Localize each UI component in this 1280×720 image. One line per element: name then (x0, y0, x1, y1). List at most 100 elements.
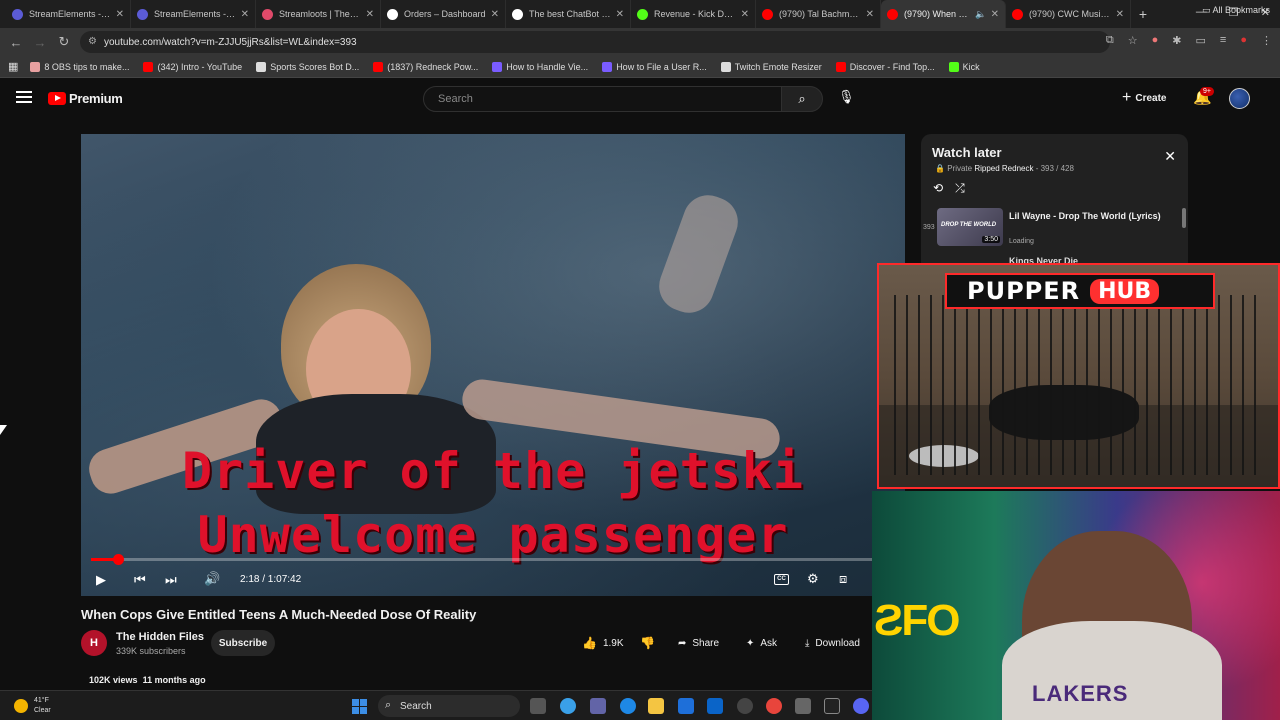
miniplayer-icon[interactable]: ⧈ (839, 571, 847, 587)
url-field[interactable]: ⚙ youtube.com/watch?v=m-ZJJU5jjRs&list=W… (80, 31, 1110, 53)
browser-tab[interactable]: (9790) Tal Bachman - ✕ (756, 0, 881, 28)
settings-gear-icon[interactable]: ⚙ (807, 571, 819, 587)
outlook-icon[interactable] (707, 698, 723, 714)
playlist-item-thumbnail[interactable]: DROP THE WORLD 3:50 (937, 208, 1003, 246)
loop-icon[interactable]: ⟲ (933, 181, 943, 196)
close-icon[interactable]: ✕ (1164, 148, 1176, 165)
tab-audio-icon[interactable]: 🔈 (975, 9, 986, 20)
bookmark-item[interactable]: How to File a User R... (602, 61, 707, 72)
all-bookmarks[interactable]: ▭ All Bookmarks (1202, 5, 1270, 16)
edge-icon[interactable] (620, 698, 636, 714)
channel-name[interactable]: The Hidden Files (116, 631, 204, 643)
discord-icon[interactable] (853, 698, 869, 714)
terminal-icon[interactable] (824, 698, 840, 714)
share-button[interactable]: ➦ Share (678, 630, 720, 656)
browser-tab[interactable]: Streamloots | Therippe ✕ (256, 0, 381, 28)
extension-icon[interactable]: ● (1152, 34, 1159, 47)
account-avatar[interactable] (1229, 88, 1250, 109)
bookmark-label: Kick (962, 61, 980, 72)
bookmark-item[interactable]: Sports Scores Bot D... (256, 61, 359, 72)
back-icon[interactable]: ← (4, 35, 28, 50)
file-explorer-icon[interactable] (648, 698, 664, 714)
tab-close-icon[interactable]: ✕ (741, 9, 749, 20)
search-input[interactable]: Search (423, 86, 782, 112)
forward-icon[interactable]: → (28, 35, 52, 50)
microphone-icon[interactable]: 🎙 (838, 89, 855, 105)
like-button[interactable]: 👍 1.9K (582, 630, 624, 656)
bookmark-item[interactable]: 8 OBS tips to make... (30, 61, 129, 72)
playlist-title[interactable]: Watch later (932, 145, 1002, 160)
windows-taskbar: 41°F Clear ⌕ Search (0, 690, 872, 720)
puzzle-icon[interactable]: ✱ (1172, 34, 1181, 47)
browser-tab[interactable]: StreamElements - Ove ✕ (6, 0, 131, 28)
captions-icon[interactable]: CC (774, 574, 789, 585)
search-button[interactable]: ⌕ (781, 86, 823, 112)
youtube-logo[interactable]: Premium (48, 91, 123, 106)
tab-close-icon[interactable]: ✕ (366, 9, 374, 20)
tab-close-icon[interactable]: ✕ (116, 9, 124, 20)
ask-label: Ask (760, 637, 778, 649)
video-caption-line1: Driver of the jetski (181, 442, 805, 500)
menu-icon[interactable]: ⋮ (1261, 34, 1272, 47)
weather-sun-icon (14, 699, 28, 713)
weather-widget[interactable]: 41°F Clear (14, 696, 51, 716)
profile-icon[interactable]: ● (1240, 34, 1247, 47)
chrome-icon[interactable] (766, 698, 782, 714)
browser-tab[interactable]: (9790) CWC Music Vi ✕ (1006, 0, 1131, 28)
site-info-icon[interactable]: ⚙ (88, 36, 97, 47)
tab-close-icon[interactable]: ✕ (866, 9, 874, 20)
app-icon[interactable] (795, 698, 811, 714)
browser-tab[interactable]: StreamElements - ripp ✕ (131, 0, 256, 28)
progress-bar[interactable] (91, 554, 881, 565)
install-icon[interactable]: ⧉ (1106, 34, 1114, 47)
bookmark-item[interactable]: Discover - Find Top... (835, 61, 935, 72)
tab-close-icon[interactable]: ✕ (1116, 9, 1124, 20)
bookmark-item[interactable]: (1837) Redneck Pow... (373, 61, 478, 72)
playlist-item-title[interactable]: Lil Wayne - Drop The World (Lyrics) (1009, 210, 1169, 222)
browser-tab[interactable]: (9790) When Cops 🔈 ✕ (881, 0, 1006, 28)
bookmark-item[interactable]: (342) Intro - YouTube (143, 61, 242, 72)
tab-close-icon[interactable]: ✕ (991, 9, 999, 20)
reload-icon[interactable]: ↻ (52, 34, 76, 50)
volume-icon[interactable]: 🔊 (204, 571, 220, 587)
new-tab-icon[interactable]: + (1131, 6, 1155, 22)
video-player[interactable]: Driver of the jetski Unwelcome passenger… (81, 134, 905, 596)
tab-close-icon[interactable]: ✕ (491, 9, 499, 20)
next-icon[interactable]: ⏭ (165, 572, 177, 588)
obs-icon[interactable] (737, 698, 753, 714)
copilot-icon[interactable] (560, 698, 576, 714)
create-button[interactable]: + Create (1122, 89, 1166, 107)
progress-scrubber[interactable] (113, 554, 124, 565)
browser-tab[interactable]: The best ChatBot and ✕ (506, 0, 631, 28)
playlist-item[interactable]: 393 DROP THE WORLD 3:50 Lil Wayne - Drop… (921, 206, 1188, 246)
tab-label: StreamElements - Ove (29, 9, 112, 19)
playlist-scrollbar[interactable] (1182, 208, 1186, 228)
play-icon[interactable]: ▶ (96, 572, 106, 588)
taskview-icon[interactable] (530, 698, 546, 714)
bookmark-item[interactable]: How to Handle Vie... (492, 61, 588, 72)
menu-hamburger-icon[interactable] (16, 91, 32, 103)
store-icon[interactable] (678, 698, 694, 714)
tab-label: (9790) When Cops (904, 9, 974, 19)
shuffle-icon[interactable]: ⤮ (955, 181, 965, 196)
apps-icon[interactable]: ▦ (8, 60, 18, 73)
sidepanel-icon[interactable]: ▭ (1196, 34, 1206, 47)
bookmark-item[interactable]: Kick (948, 61, 980, 72)
subscribe-button[interactable]: Subscribe (211, 630, 275, 656)
channel-avatar[interactable]: H (81, 630, 107, 656)
media-icon[interactable]: ≡ (1220, 34, 1226, 47)
ask-button[interactable]: ✦ Ask (746, 630, 778, 656)
dislike-button[interactable]: 👎 (640, 630, 655, 656)
browser-tab[interactable]: Revenue - Kick Dashb ✕ (631, 0, 756, 28)
playlist-owner[interactable]: Ripped Redneck (974, 164, 1033, 173)
download-button[interactable]: ⤓ Download (805, 630, 860, 656)
taskbar-search[interactable]: ⌕ Search (378, 695, 520, 717)
previous-icon[interactable]: ⏮ (134, 572, 146, 588)
tab-close-icon[interactable]: ✕ (616, 9, 624, 20)
bookmark-star-icon[interactable]: ☆ (1128, 34, 1138, 47)
tab-close-icon[interactable]: ✕ (241, 9, 249, 20)
bookmark-item[interactable]: Twitch Emote Resizer (720, 61, 822, 72)
teams-icon[interactable] (590, 698, 606, 714)
browser-tab[interactable]: Orders – Dashboard ✕ (381, 0, 506, 28)
windows-start-icon[interactable] (352, 699, 367, 714)
